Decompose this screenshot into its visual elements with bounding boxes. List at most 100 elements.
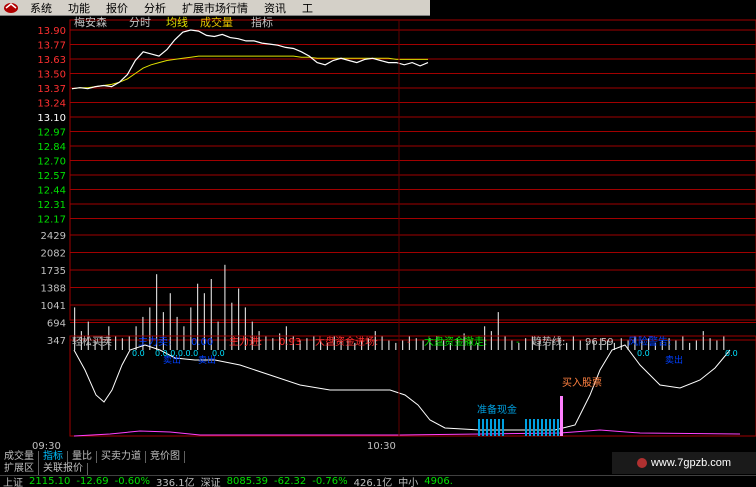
volume-bar: [675, 340, 677, 350]
big-out-label: 大盘资金撤走:: [424, 335, 487, 348]
price-tick-label: 13.24: [37, 99, 66, 110]
price-tick-label: 12.84: [37, 142, 66, 153]
volume-bar: [183, 326, 185, 350]
bottom-tabs: 成交量 指标 量比 买卖力道 竞价图: [0, 451, 270, 463]
volume-bar: [128, 335, 130, 350]
peak-marks: 0.0 0.0.0.0.0.0 0.0 0.0 0.0: [132, 349, 738, 358]
tab-extended-area[interactable]: 扩展区: [0, 463, 39, 475]
price-tick-label: 12.31: [37, 200, 66, 211]
tab-auction[interactable]: 竞价图: [146, 451, 185, 463]
index-label[interactable]: 指标: [251, 15, 273, 29]
price-tick-label: 12.70: [37, 157, 66, 168]
menu-item-news[interactable]: 资讯: [256, 0, 294, 16]
cash-bar: [549, 419, 551, 436]
menu-bar: 系统 功能 报价 分析 扩展市场行情 资讯 工: [0, 0, 430, 16]
sz-index-amount: 426.1亿: [353, 478, 393, 487]
cash-bar: [486, 419, 488, 436]
volume-bar: [415, 338, 417, 350]
big-in-value: -: [407, 337, 411, 348]
cash-bar: [537, 419, 539, 436]
volume-bar: [395, 342, 397, 350]
indicator-header: 轻松买卖 主力卖: 0.00 主力进: 0.93 大盘资金进场: - 大盘资金撤…: [72, 335, 671, 348]
volume-bar: [709, 338, 711, 350]
volume-bar: [306, 338, 308, 350]
cash-bar: [502, 419, 504, 436]
watermark-text: www.7gpzb.com: [650, 457, 732, 469]
price-tick-label: 13.37: [37, 84, 66, 95]
price-tick-label: 13.90: [37, 26, 66, 37]
watermark: www.7gpzb.com: [612, 452, 756, 474]
volume-label[interactable]: 成交量: [200, 15, 233, 29]
peak-mark: 0.0: [725, 349, 738, 358]
app-logo-icon[interactable]: [0, 1, 22, 15]
tab-related-quote[interactable]: 关联报价: [39, 463, 88, 475]
volume-bar: [121, 338, 123, 350]
buy-stock-label: 买入股票: [562, 377, 602, 389]
price-tick-label: 13.77: [37, 41, 66, 52]
menu-item-tools[interactable]: 工: [294, 0, 321, 16]
big-in-label: 大盘资金进场:: [315, 335, 378, 348]
cash-bar: [525, 419, 527, 436]
avg-price-line: [71, 55, 428, 90]
volume-bar: [497, 312, 499, 350]
stock-name: 梅安森: [74, 16, 107, 29]
watermark-logo-icon: [636, 458, 647, 468]
volume-tick-label: 347: [47, 336, 66, 347]
cash-bar: [498, 419, 500, 436]
price-panel-frame: [69, 19, 756, 321]
avg-label[interactable]: 均线: [166, 15, 188, 29]
main-in-value: 0.93: [279, 337, 301, 348]
status-bar: 上证 2115.10 -12.69 -0.60% 336.1亿 深证 8085.…: [0, 475, 756, 487]
time-tick-1030: 10:30: [367, 441, 396, 452]
menu-item-quote[interactable]: 报价: [98, 0, 136, 16]
menu-item-analysis[interactable]: 分析: [136, 0, 174, 16]
menu-item-extended-market[interactable]: 扩展市场行情: [174, 0, 256, 16]
cash-bar: [533, 419, 535, 436]
bottom-tabs-secondary: 扩展区 关联报价: [0, 463, 270, 475]
sh-index-value: 2115.10: [29, 476, 71, 487]
peak-mark: 0.0: [637, 349, 650, 358]
volume-bar: [682, 335, 684, 350]
mode-label[interactable]: 分时: [129, 16, 151, 29]
volume-bar: [702, 331, 704, 350]
menu-item-system[interactable]: 系统: [22, 0, 60, 16]
cash-bar: [490, 419, 492, 436]
cash-bar: [529, 419, 531, 436]
intraday-chart-area[interactable]: 梅安森 分时 均线 成交量 指标 13.90 13.77 13.63 13.50 13.…: [0, 15, 756, 454]
volume-bar: [115, 335, 117, 350]
zx-index-label[interactable]: 中小: [395, 476, 421, 487]
volume-axis: 2429 2082 1735 1388 1041 694 347: [41, 231, 756, 347]
volume-bar: [272, 338, 274, 350]
sz-index-label[interactable]: 深证: [198, 476, 224, 487]
price-grid: [70, 29, 756, 219]
volume-bar: [566, 342, 568, 350]
sh-index-label[interactable]: 上证: [0, 476, 26, 487]
sz-index-change: -62.32: [274, 476, 307, 487]
volume-bar: [525, 338, 527, 350]
volume-bar: [579, 340, 581, 350]
sz-index-pct: -0.76%: [312, 476, 348, 487]
sell-label-3: 卖出: [665, 354, 683, 366]
volume-bar: [176, 316, 178, 350]
volume-bar: [504, 335, 506, 350]
tab-volume-ratio[interactable]: 量比: [68, 451, 97, 463]
trend-label: 趋势线:: [532, 335, 565, 348]
tab-buy-sell-force[interactable]: 买卖力道: [97, 451, 146, 463]
volume-bar: [388, 340, 390, 350]
indicator-name[interactable]: 轻松买卖: [72, 335, 112, 348]
tab-volume[interactable]: 成交量: [0, 451, 39, 463]
volume-bar: [402, 340, 404, 350]
volume-tick-label: 2429: [41, 231, 66, 242]
sz-index-value: 8085.39: [226, 476, 268, 487]
volume-tick-label: 694: [47, 319, 66, 330]
sh-index-pct: -0.60%: [114, 476, 150, 487]
zx-index-value: 4906.: [424, 476, 453, 487]
cash-bar: [494, 419, 496, 436]
price-tick-label: 12.57: [37, 171, 66, 182]
cash-bar: [478, 419, 480, 436]
volume-bar: [716, 340, 718, 350]
big-out-value: -: [516, 337, 520, 348]
tab-indicator[interactable]: 指标: [39, 451, 68, 463]
price-tick-label: 13.10: [37, 113, 66, 124]
menu-item-function[interactable]: 功能: [60, 0, 98, 16]
